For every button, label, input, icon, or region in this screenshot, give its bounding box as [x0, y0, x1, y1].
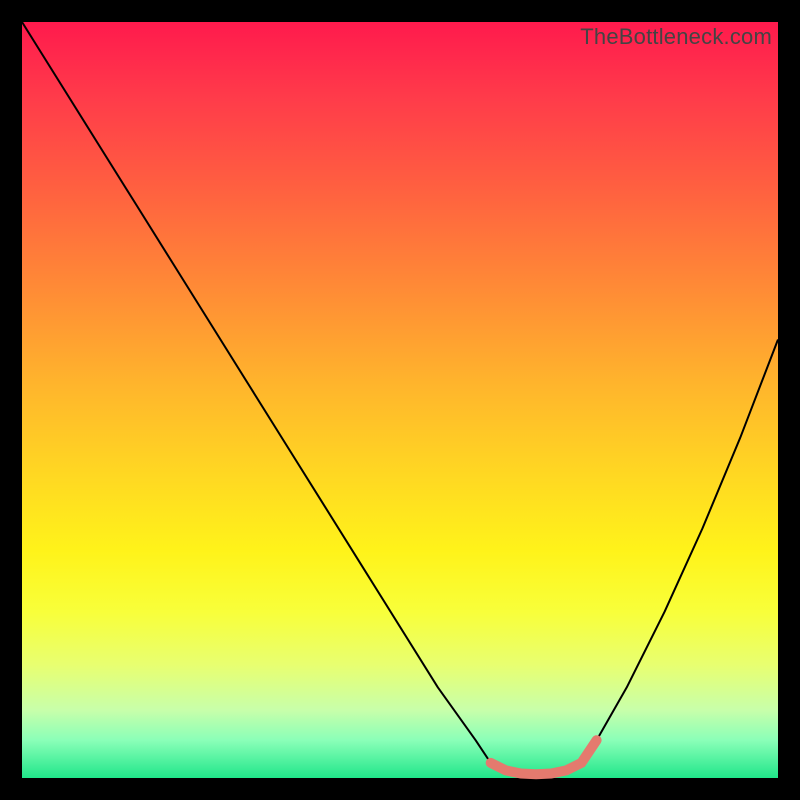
optimal-range-highlight	[491, 740, 597, 774]
watermark-text: TheBottleneck.com	[580, 24, 772, 50]
bottleneck-curve	[22, 22, 778, 774]
chart-svg	[22, 22, 778, 778]
chart-frame: TheBottleneck.com	[22, 22, 778, 778]
